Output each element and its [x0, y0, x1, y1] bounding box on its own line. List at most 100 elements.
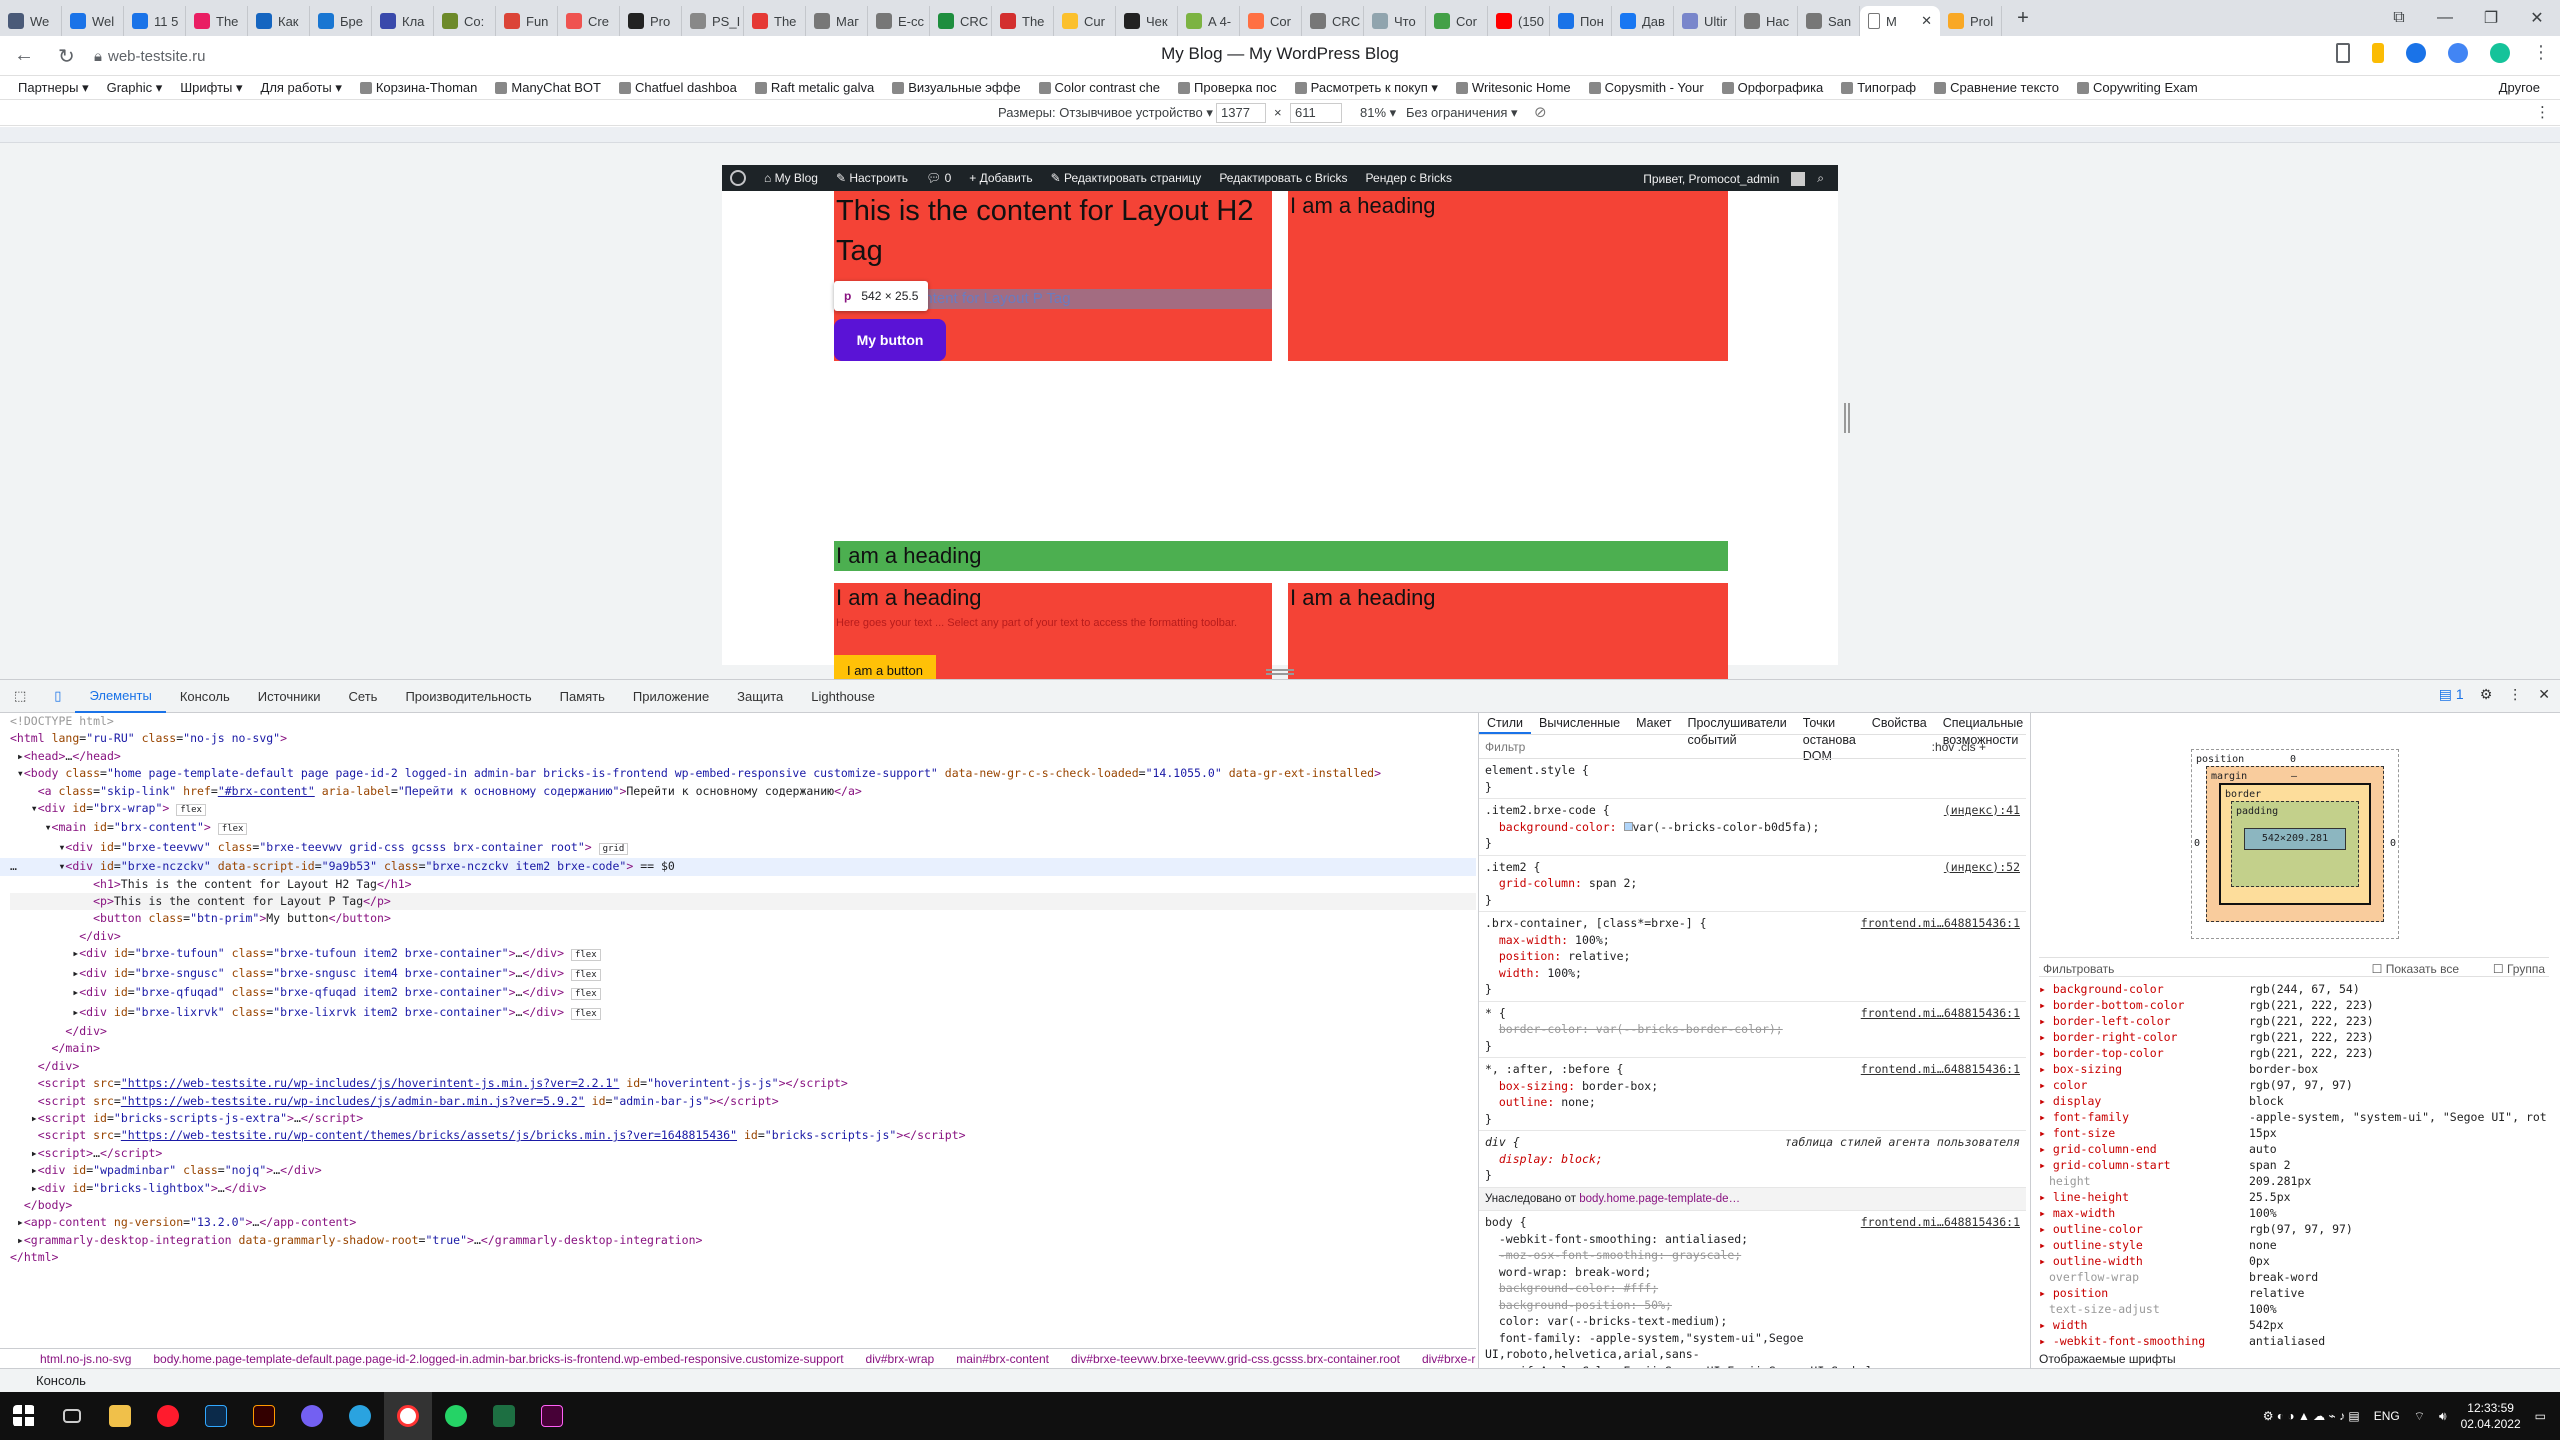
volume-icon[interactable]: 🔊︎ [2439, 1409, 2447, 1424]
tab[interactable]: Cre [558, 6, 620, 36]
tab-search-icon[interactable]: ⧉ [2376, 9, 2422, 27]
computed-property[interactable]: ▸ font-family -apple-system, "system-ui",… [2039, 1109, 2549, 1125]
computed-property[interactable]: text-size-adjust 100% [2039, 1301, 2549, 1317]
bookmark-icon[interactable] [2336, 42, 2350, 63]
tab[interactable]: Бре [310, 6, 372, 36]
rotate-icon[interactable]: ⊘ [1534, 103, 1547, 121]
dom-line[interactable]: </html> [10, 1249, 1476, 1266]
computed-property[interactable]: ▸ max-width 100% [2039, 1205, 2549, 1221]
tab[interactable]: Ultir [1674, 6, 1736, 36]
device-select[interactable]: Размеры: Отзывчивое устройство ▾ [998, 105, 1213, 121]
tab[interactable]: Нас [1736, 6, 1798, 36]
computed-filter-input[interactable]: Фильтровать ☐ Показать все ☐ Группа [2039, 957, 2549, 977]
dom-line[interactable]: ▸<div id="bricks-lightbox">…</div> [10, 1180, 1476, 1197]
devtools-tab[interactable]: Элементы [75, 679, 166, 713]
computed-property[interactable]: ▸ outline-color rgb(97, 97, 97) [2039, 1221, 2549, 1237]
settings-gear-icon[interactable]: ⚙ [2480, 686, 2493, 703]
wp-add-link[interactable]: + Добавить [969, 171, 1032, 185]
css-declaration[interactable]: -webkit-font-smoothing: antialiased; [1485, 1231, 2020, 1248]
wp-greeting[interactable]: Привет, Promocot_admin [1643, 172, 1779, 186]
styles-subtab[interactable]: Стили [1479, 713, 1532, 734]
device-toggle-icon[interactable]: ▯ [40, 679, 75, 713]
tab[interactable]: Кла [372, 6, 434, 36]
css-declaration[interactable]: background-position: 50%; [1485, 1297, 2020, 1314]
computed-property[interactable]: ▸ -webkit-font-smoothing antialiased [2039, 1333, 2549, 1349]
dom-line[interactable]: ▸<script id="bricks-scripts-js-extra">…<… [10, 1110, 1476, 1127]
tab[interactable]: CRC [1302, 6, 1364, 36]
bookmark-item[interactable]: Writesonic Home [1455, 80, 1571, 95]
styles-filter-input[interactable]: Фильтр :hov .cls + [1479, 735, 2026, 759]
computed-property[interactable]: ▸ position relative [2039, 1285, 2549, 1301]
dom-line[interactable]: <script src="https://web-testsite.ru/wp-… [10, 1127, 1476, 1144]
dom-line[interactable]: </body> [10, 1197, 1476, 1214]
illustrator-icon[interactable] [240, 1392, 288, 1440]
dom-line[interactable]: <script src="https://web-testsite.ru/wp-… [10, 1093, 1476, 1110]
tab[interactable]: San [1798, 6, 1860, 36]
style-rule[interactable]: body {frontend.mi…648815436:1 -webkit-fo… [1479, 1211, 2026, 1368]
dom-line[interactable]: <button class="btn-prim">My button</butt… [10, 910, 1476, 927]
my-button[interactable]: My button [834, 319, 946, 361]
breadcrumb-item[interactable]: div#brxe-r [1422, 1352, 1475, 1366]
devtools-tab[interactable]: Консоль [166, 679, 244, 713]
avatar[interactable] [1791, 171, 1806, 186]
tab[interactable]: PS_I [682, 6, 744, 36]
start-button[interactable] [0, 1392, 48, 1440]
tray-icons[interactable]: ⚙ ◐ ◑ ▲ ☁ ⌁ ♪ ▤ [2263, 1409, 2360, 1423]
drawer-tab-console[interactable]: Консоль [36, 1373, 86, 1388]
minimize-button[interactable]: — [2422, 9, 2468, 27]
dom-line[interactable]: ▸<div id="brxe-qfuqad" class="brxe-qfuqa… [10, 984, 1476, 1003]
wp-customize-link[interactable]: ✎ Настроить [836, 171, 908, 185]
viber-icon[interactable] [288, 1392, 336, 1440]
tab[interactable]: Что [1364, 6, 1426, 36]
computed-property[interactable]: ▸ border-top-color rgb(221, 222, 223) [2039, 1045, 2549, 1061]
menu-icon[interactable]: ⋮ [2532, 42, 2550, 63]
dom-line[interactable]: </main> [10, 1040, 1476, 1057]
computed-property[interactable]: ▸ outline-style none [2039, 1237, 2549, 1253]
more-icon[interactable]: ⋮ [2535, 103, 2550, 121]
dom-line[interactable]: ▾<body class="home page-template-default… [10, 765, 1476, 782]
close-tab-icon[interactable]: ✕ [1921, 13, 1932, 29]
bookmark-item[interactable]: Chatfuel dashboa [618, 80, 737, 95]
computed-property[interactable]: ▸ color rgb(97, 97, 97) [2039, 1077, 2549, 1093]
devtools-tab[interactable]: Производительность [391, 679, 545, 713]
bookmark-item[interactable]: Raft metalic galva [754, 80, 874, 95]
bookmark-item[interactable]: Партнеры ▾ [18, 80, 89, 96]
style-rule[interactable]: element.style {} [1479, 759, 2026, 799]
search-icon[interactable]: ⌕ [1817, 171, 1824, 186]
dom-line[interactable]: <html lang="ru-RU" class="no-js no-svg"> [10, 730, 1476, 747]
tab[interactable]: Как [248, 6, 310, 36]
elements-tree[interactable]: <!DOCTYPE html> <html lang="ru-RU" class… [0, 713, 1476, 1348]
tab[interactable]: Дав [1612, 6, 1674, 36]
dom-line[interactable]: <p>This is the content for Layout P Tag<… [10, 893, 1476, 911]
styles-subtab[interactable]: Специальные возможности [1935, 713, 2026, 747]
computed-property[interactable]: ▸ border-left-color rgb(221, 222, 223) [2039, 1013, 2549, 1029]
tab[interactable]: Пон [1550, 6, 1612, 36]
extension-icon[interactable] [2406, 42, 2426, 63]
style-rule[interactable]: .item2 {(индекс):52 grid-column: span 2;… [1479, 856, 2026, 912]
styles-subtab[interactable]: Точки останова DOM [1795, 713, 1864, 763]
css-declaration[interactable]: word-wrap: break-word; [1485, 1264, 2020, 1281]
bookmark-item[interactable]: Для работы ▾ [261, 80, 342, 96]
breadcrumb-item[interactable]: main#brx-content [956, 1352, 1049, 1366]
computed-property[interactable]: ▸ width 542px [2039, 1317, 2549, 1333]
rendered-fonts-header[interactable]: Отображаемые шрифты [2039, 1351, 2176, 1367]
excel-icon[interactable] [480, 1392, 528, 1440]
bookmark-item[interactable]: Проверка пос [1178, 80, 1277, 95]
style-rule[interactable]: *, :after, :before {frontend.mi…64881543… [1479, 1058, 2026, 1131]
css-declaration[interactable]: -moz-osx-font-smoothing: grayscale; [1485, 1247, 2020, 1264]
tab[interactable]: Wel [62, 6, 124, 36]
dreamweaver-icon[interactable] [528, 1392, 576, 1440]
group-checkbox[interactable]: ☐ Группа [2493, 961, 2545, 977]
tab[interactable]: (150 [1488, 6, 1550, 36]
more-icon[interactable]: ⋮ [2508, 686, 2522, 703]
dom-line-selected[interactable]: … ▾<div id="brxe-nczckv" data-script-id=… [0, 858, 1476, 876]
dom-line[interactable]: </div> [10, 1058, 1476, 1075]
bookmark-item[interactable]: Корзина-Thoman [359, 80, 477, 95]
yandex-browser-icon[interactable] [384, 1392, 432, 1440]
show-all-checkbox[interactable]: ☐ Показать все [2372, 961, 2459, 977]
style-rule[interactable]: * {frontend.mi…648815436:1 border-color:… [1479, 1002, 2026, 1058]
bookmark-item[interactable]: Graphic ▾ [107, 80, 163, 96]
clock[interactable]: 12:33:59 02.04.2022 [2461, 1400, 2521, 1432]
computed-property[interactable]: ▸ font-size 15px [2039, 1125, 2549, 1141]
tab[interactable]: Co: [434, 6, 496, 36]
